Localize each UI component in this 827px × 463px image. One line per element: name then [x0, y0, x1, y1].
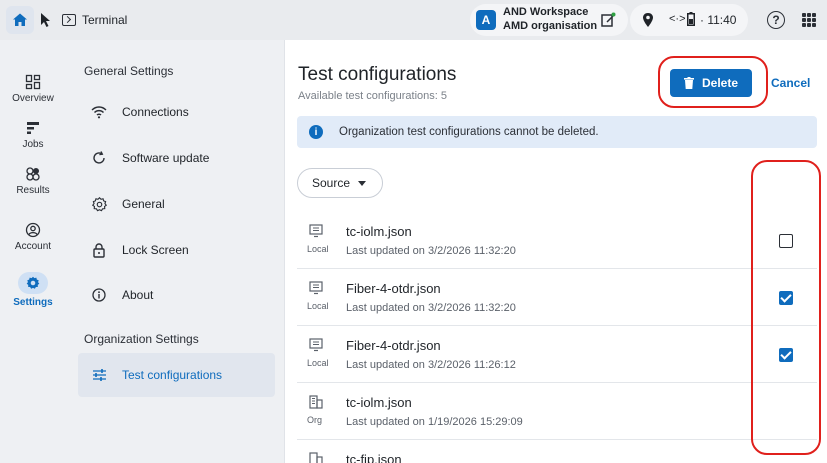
checkbox-column-highlight [751, 160, 821, 455]
workspace-name: AND Workspace [503, 6, 589, 18]
last-updated: Last updated on 1/19/2026 15:29:09 [346, 416, 523, 428]
delete-button-highlight [658, 56, 768, 108]
page-title: Test configurations [298, 64, 457, 85]
list-item[interactable]: tc-fip.json [297, 440, 817, 463]
cursor-icon [41, 13, 50, 27]
page-subtitle: Available test configurations: 5 [298, 90, 447, 102]
jobs-icon [27, 122, 39, 134]
local-file-icon [309, 224, 323, 238]
home-icon [13, 13, 27, 26]
general-settings-title: General Settings [84, 64, 174, 78]
rail-item-account[interactable]: Account [0, 222, 66, 252]
help-icon[interactable]: ? [767, 11, 785, 29]
config-list: Local tc-iolm.json Last updated on 3/2/2… [297, 212, 817, 463]
list-item[interactable]: Local tc-iolm.json Last updated on 3/2/2… [297, 212, 817, 269]
terminal-icon [62, 14, 76, 26]
top-bar: Terminal A AND Workspace AMD organisatio… [0, 0, 827, 40]
settings-item-connections[interactable]: Connections [78, 90, 275, 134]
settings-item-software-update[interactable]: Software update [78, 136, 275, 180]
edit-icon[interactable] [600, 12, 616, 28]
file-name: tc-iolm.json [346, 224, 412, 239]
organization-icon [309, 395, 323, 409]
source-type-label: Local [307, 358, 329, 368]
clock: · 11:40 [700, 13, 737, 27]
gear-icon [90, 195, 108, 213]
file-name: Fiber-4-otdr.json [346, 281, 441, 296]
rail-item-overview[interactable]: Overview [0, 74, 66, 104]
rail-item-jobs[interactable]: Jobs [0, 120, 66, 150]
settings-label-test-configurations: Test configurations [122, 368, 223, 382]
file-name: tc-fip.json [346, 452, 402, 463]
settings-label-lock-screen: Lock Screen [122, 243, 189, 257]
settings-item-about[interactable]: About [78, 273, 275, 317]
list-item[interactable]: Local Fiber-4-otdr.json Last updated on … [297, 326, 817, 383]
account-icon [25, 222, 41, 238]
source-filter-label: Source [312, 176, 351, 190]
last-updated: Last updated on 3/2/2026 11:32:20 [346, 302, 516, 314]
source-type-label: Org [307, 415, 323, 425]
gear-icon [26, 276, 40, 289]
settings-item-general[interactable]: General [78, 182, 275, 226]
last-updated: Last updated on 3/2/2026 11:32:20 [346, 245, 516, 257]
workspace-avatar: A [476, 10, 496, 30]
settings-panel: General Settings Connections Software up… [66, 40, 285, 463]
local-file-icon [309, 281, 323, 295]
rail-label-settings: Settings [13, 297, 53, 308]
settings-label-general: General [122, 197, 165, 211]
local-file-icon [309, 338, 323, 352]
list-item[interactable]: Local Fiber-4-otdr.json Last updated on … [297, 269, 817, 326]
file-name: Fiber-4-otdr.json [346, 338, 441, 353]
organization-settings-title: Organization Settings [84, 332, 199, 346]
info-banner: i Organization test configurations canno… [297, 116, 817, 148]
battery-icon [687, 12, 695, 26]
refresh-icon [90, 149, 108, 167]
rail-label-jobs: Jobs [22, 139, 44, 150]
settings-item-lock-screen[interactable]: Lock Screen [78, 228, 275, 272]
settings-label-connections: Connections [122, 105, 189, 119]
rail-settings-highlight [18, 272, 48, 294]
rail-label-account: Account [14, 241, 52, 252]
chevron-down-icon [358, 180, 367, 186]
results-icon [26, 167, 40, 181]
list-item[interactable]: Org tc-iolm.json Last updated on 1/19/20… [297, 383, 817, 440]
source-filter[interactable]: Source [297, 168, 383, 198]
cancel-button[interactable]: Cancel [771, 76, 810, 90]
info-icon [90, 286, 108, 304]
rail-item-settings[interactable]: Settings [0, 272, 66, 308]
info-banner-text: Organization test configurations cannot … [339, 126, 599, 138]
apps-grid-icon[interactable] [802, 13, 816, 27]
wifi-icon [90, 103, 108, 121]
nav-rail: Overview Jobs Results Account Settings [0, 40, 66, 463]
home-button[interactable] [6, 6, 34, 34]
info-icon: i [309, 125, 323, 139]
settings-label-software-update: Software update [122, 151, 210, 165]
settings-item-test-configurations[interactable]: Test configurations [78, 353, 275, 397]
sliders-icon [90, 366, 108, 384]
last-updated: Last updated on 3/2/2026 11:26:12 [346, 359, 516, 371]
overview-icon [25, 74, 41, 90]
location-icon [643, 13, 653, 27]
file-name: tc-iolm.json [346, 395, 412, 410]
workspace-org: AMD organisation [503, 20, 598, 32]
source-type-label: Local [307, 301, 329, 311]
rail-label-overview: Overview [12, 93, 54, 104]
terminal-label[interactable]: Terminal [82, 13, 127, 27]
settings-label-about: About [122, 288, 154, 302]
network-icon: <·> [669, 13, 686, 25]
rail-item-results[interactable]: Results [0, 166, 66, 196]
organization-icon [309, 452, 323, 463]
lock-icon [90, 241, 108, 259]
source-type-label: Local [307, 244, 329, 254]
rail-label-results: Results [16, 185, 50, 196]
